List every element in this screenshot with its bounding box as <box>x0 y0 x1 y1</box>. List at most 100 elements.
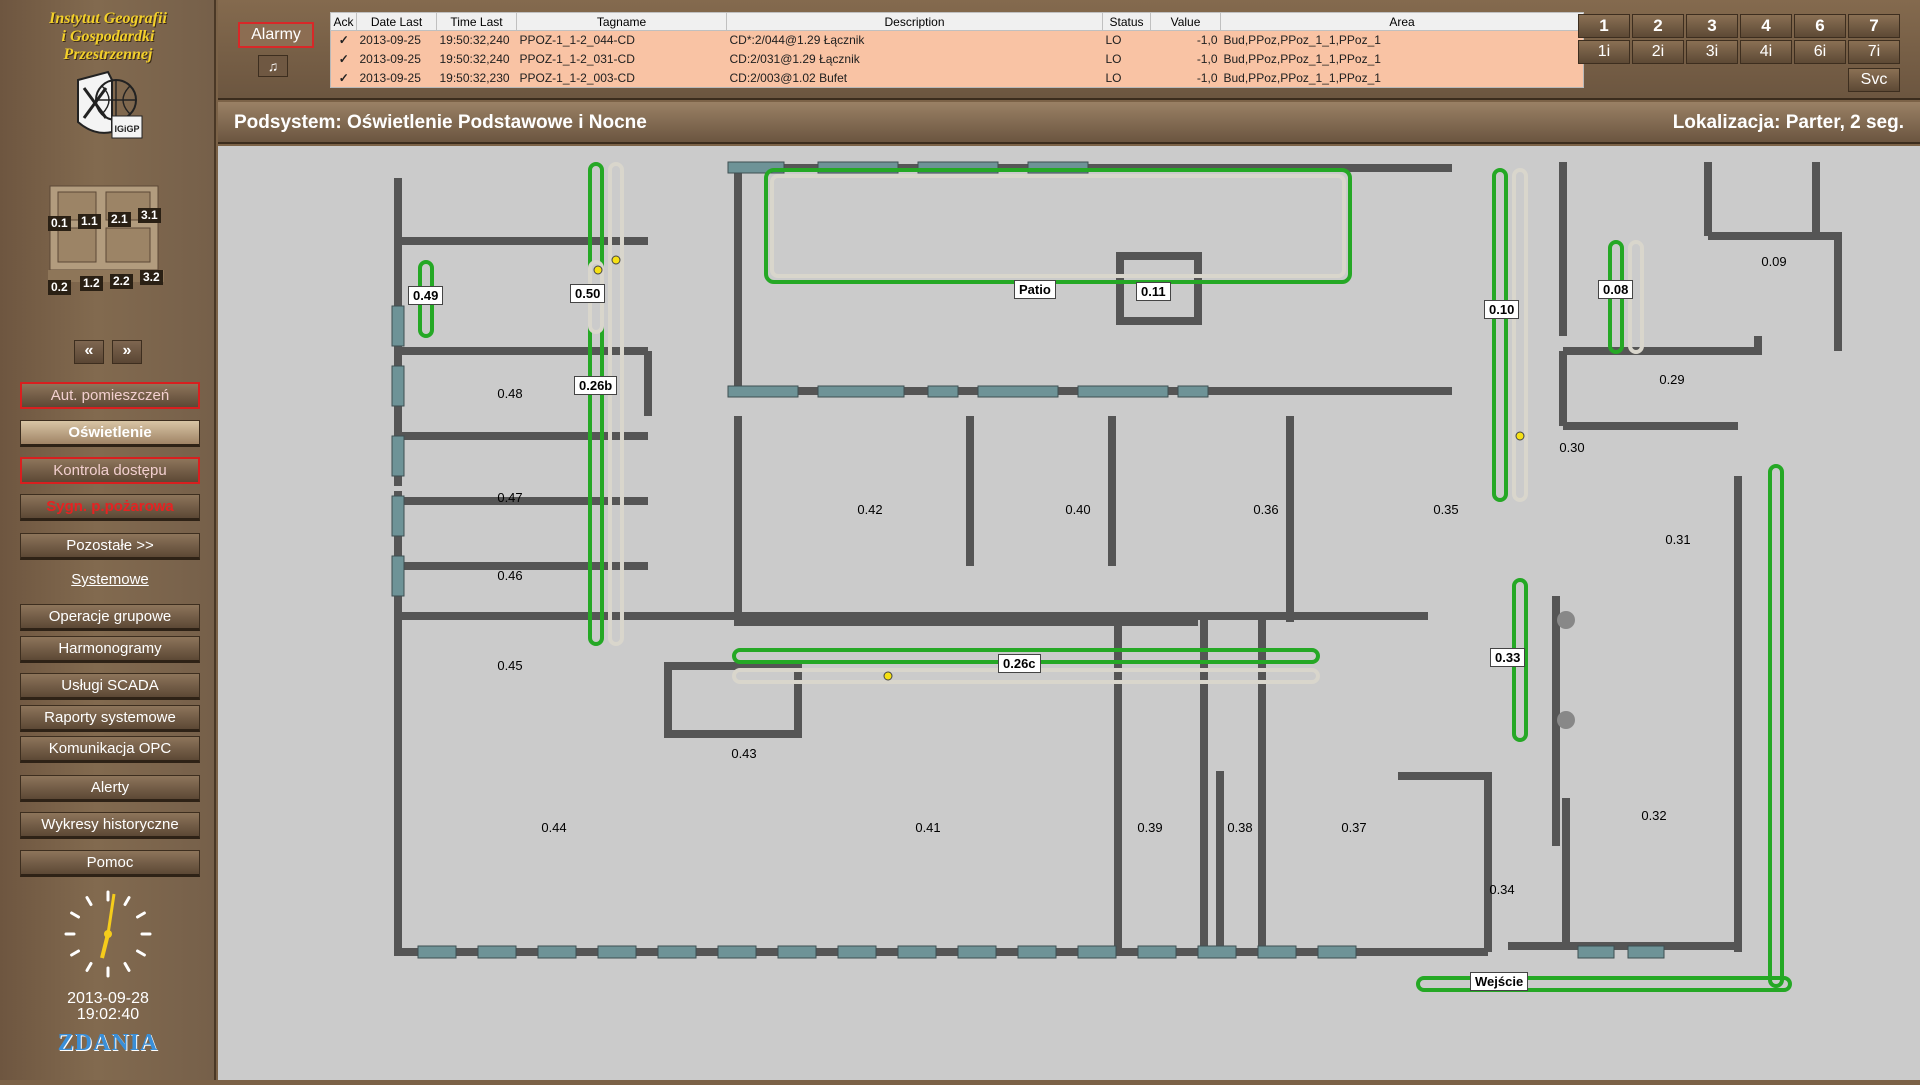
menu-fire-alarm[interactable]: Sygn. p.pożarowa <box>20 494 200 521</box>
alarm-area: Bud,PPoz,PPoz_1_1,PPoz_1 <box>1223 52 1381 66</box>
alarm-row[interactable]: ✓ 2013-09-25 19:50:32,240 PPOZ-1_1-2_044… <box>331 31 1584 50</box>
camera-7-button[interactable]: 7 <box>1848 14 1900 38</box>
prev-floor-button[interactable]: « <box>74 340 104 364</box>
camera-2-button[interactable]: 2 <box>1632 14 1684 38</box>
zone-tag-0-49[interactable]: 0.49 <box>408 286 444 305</box>
menu-other[interactable]: Pozostałe >> <box>20 533 200 560</box>
camera-3i-button[interactable]: 3i <box>1686 40 1738 64</box>
menu-help[interactable]: Pomoc <box>20 850 200 877</box>
camera-1i-button[interactable]: 1i <box>1578 40 1630 64</box>
room-0-42: 0.42 <box>857 502 882 517</box>
camera-6i-button[interactable]: 6i <box>1794 40 1846 64</box>
alarm-date: 2013-09-25 <box>359 70 421 85</box>
bell-icon[interactable]: ♫ <box>258 55 288 77</box>
col-status[interactable]: Status <box>1102 12 1151 31</box>
camera-6-button[interactable]: 6 <box>1794 14 1846 38</box>
floor-2-2[interactable]: 2.2 <box>110 274 133 289</box>
camera-4i-button[interactable]: 4i <box>1740 40 1792 64</box>
menu-room-automation[interactable]: Aut. pomieszczeń <box>20 382 200 409</box>
zone-tag-0-11[interactable]: 0.11 <box>1136 282 1171 301</box>
camera-3-button[interactable]: 3 <box>1686 14 1738 38</box>
camera-4-button[interactable]: 4 <box>1740 14 1792 38</box>
camera-1-button[interactable]: 1 <box>1578 14 1630 38</box>
col-description[interactable]: Description <box>726 12 1103 31</box>
zone-tag-0-33[interactable]: 0.33 <box>1490 648 1526 667</box>
alarm-tagname: PPOZ-1_1-2_003-CD <box>519 70 635 85</box>
col-time-last[interactable]: Time Last <box>436 12 517 31</box>
service-button[interactable]: Svc <box>1848 68 1900 92</box>
zone-tag-0-08[interactable]: 0.08 <box>1598 280 1634 299</box>
camera-2i-button[interactable]: 2i <box>1632 40 1684 64</box>
floor-0-2[interactable]: 0.2 <box>48 280 71 295</box>
menu-system-reports[interactable]: Raporty systemowe <box>20 705 200 732</box>
alarm-value: -1,0 <box>1196 33 1218 48</box>
alarm-row[interactable]: ✓ 2013-09-25 19:50:32,240 PPOZ-1_1-2_031… <box>331 50 1584 69</box>
sidebar: Instytut Geografii i Gospodardki Przestr… <box>0 0 216 1080</box>
floor-2-1[interactable]: 2.1 <box>108 212 131 227</box>
floor-1-2[interactable]: 1.2 <box>80 276 103 291</box>
alarm-tagname: PPOZ-1_1-2_044-CD <box>519 33 635 48</box>
room-0-38: 0.38 <box>1227 820 1252 835</box>
institute-name-line3: Przestrzennej <box>63 46 153 63</box>
room-0-45: 0.45 <box>497 658 522 673</box>
alarm-status: LO <box>1105 70 1122 85</box>
menu-group-operations[interactable]: Operacje grupowe <box>20 604 200 631</box>
room-0-41: 0.41 <box>915 820 940 835</box>
alarms-button[interactable]: Alarmy <box>238 22 314 48</box>
camera-7i-button[interactable]: 7i <box>1848 40 1900 64</box>
floor-1-1[interactable]: 1.1 <box>78 214 101 229</box>
alarm-area: Bud,PPoz,PPoz_1_1,PPoz_1 <box>1223 70 1381 85</box>
col-value[interactable]: Value <box>1150 12 1221 31</box>
zone-tag-0-50[interactable]: 0.50 <box>570 284 606 303</box>
alarm-time: 19:50:32,240 <box>439 52 510 66</box>
next-floor-button[interactable]: » <box>112 340 142 364</box>
floor-0-1[interactable]: 0.1 <box>48 216 71 231</box>
col-tagname[interactable]: Tagname <box>516 12 727 31</box>
menu-scada-services[interactable]: Usługi SCADA <box>20 673 200 700</box>
location-title: Lokalizacja: Parter, 2 seg. <box>1672 112 1904 133</box>
room-0-29: 0.29 <box>1659 372 1684 387</box>
floor-3-2[interactable]: 3.2 <box>140 270 163 285</box>
institute-name-line2: i Gospodardki <box>61 28 155 45</box>
zone-tag-patio[interactable]: Patio <box>1014 280 1056 299</box>
menu-alerts[interactable]: Alerty <box>20 775 200 802</box>
room-0-43: 0.43 <box>731 746 756 761</box>
alarm-bar: Alarmy ♫ Ack Date Last Time Last Tagname… <box>218 0 1920 100</box>
alarm-status: LO <box>1105 33 1122 48</box>
room-0-46: 0.46 <box>497 568 522 583</box>
alarm-date: 2013-09-25 <box>359 33 421 48</box>
room-0-35: 0.35 <box>1433 502 1458 517</box>
floor-plan[interactable]: 0.48 0.47 0.46 0.45 0.44 0.43 0.42 0.41 … <box>218 146 1920 1080</box>
alarm-table[interactable]: Ack Date Last Time Last Tagname Descript… <box>330 12 1584 88</box>
alarm-tagname: PPOZ-1_1-2_031-CD <box>519 52 635 66</box>
menu-system-heading[interactable]: Systemowe <box>20 568 200 595</box>
menu-lighting[interactable]: Oświetlenie <box>20 420 200 447</box>
ack-check-icon[interactable]: ✓ <box>331 31 357 50</box>
room-0-37: 0.37 <box>1341 820 1366 835</box>
alarm-value: -1,0 <box>1196 52 1218 66</box>
menu-historical-charts[interactable]: Wykresy historyczne <box>20 812 200 839</box>
zone-tag-0-10[interactable]: 0.10 <box>1484 300 1520 319</box>
alarm-status: LO <box>1105 52 1122 66</box>
light-circuits <box>418 162 1792 992</box>
logo-badge-text: IGiGP <box>114 124 139 134</box>
institute-name-line1: Instytut Geografii <box>49 10 167 27</box>
col-ack[interactable]: Ack <box>330 12 357 31</box>
zone-tag-0-26b[interactable]: 0.26b <box>574 376 618 395</box>
room-0-32: 0.32 <box>1641 808 1666 823</box>
menu-access-control[interactable]: Kontrola dostępu <box>20 457 200 484</box>
col-area[interactable]: Area <box>1220 12 1584 31</box>
view-header: Podsystem: Oświetlenie Podstawowe i Nocn… <box>218 102 1920 144</box>
col-date-last[interactable]: Date Last <box>356 12 437 31</box>
alarm-row[interactable]: ✓ 2013-09-25 19:50:32,230 PPOZ-1_1-2_003… <box>331 69 1584 88</box>
alarm-description: CD:2/003@1.02 Bufet <box>729 70 848 85</box>
alarm-description: CD:2/031@1.29 Łącznik <box>729 52 860 66</box>
floor-3-1[interactable]: 3.1 <box>138 208 161 223</box>
zone-tag-entrance[interactable]: Wejście <box>1470 972 1529 991</box>
menu-schedules[interactable]: Harmonogramy <box>20 636 200 663</box>
menu-opc-communication[interactable]: Komunikacja OPC <box>20 736 200 763</box>
zone-tag-0-26c[interactable]: 0.26c <box>998 654 1041 673</box>
ack-check-icon[interactable]: ✓ <box>331 50 357 69</box>
building-minimap[interactable]: 0.1 1.1 2.1 3.1 0.2 1.2 2.2 3.2 <box>48 184 166 302</box>
ack-check-icon[interactable]: ✓ <box>331 69 357 88</box>
